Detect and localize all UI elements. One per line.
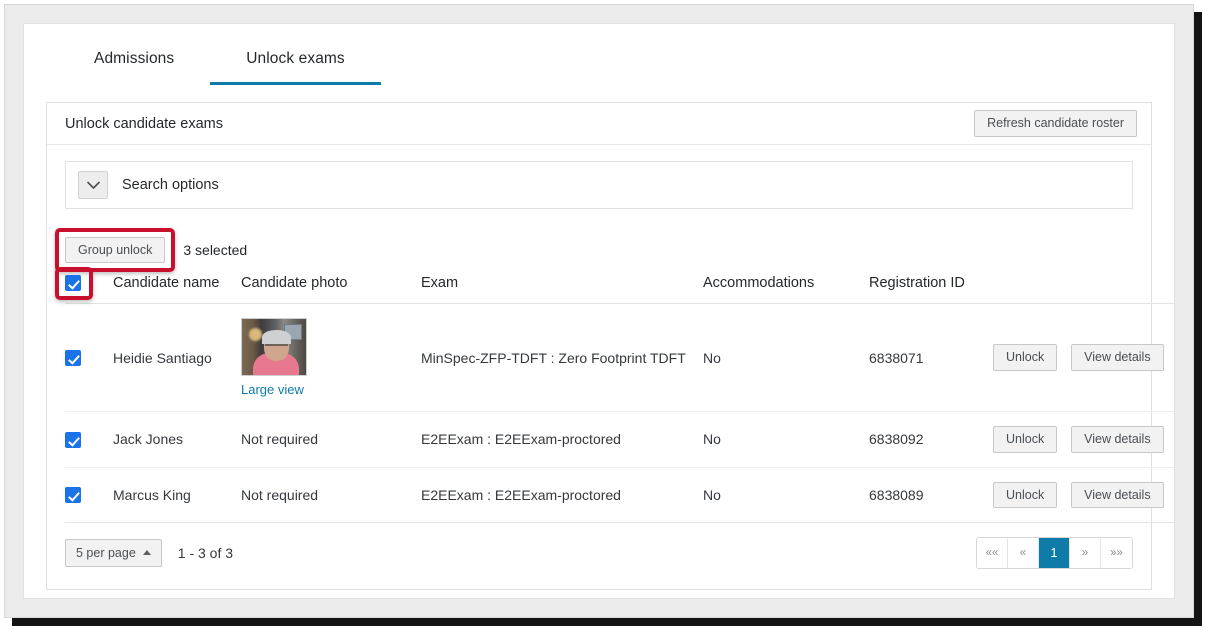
cell-exam: E2EExam : E2EExam-proctored [421, 411, 703, 468]
column-header-registration-id[interactable]: Registration ID [869, 275, 1174, 304]
pagination-controls: «« « 1 » »» [976, 536, 1133, 569]
cell-actions: Unlock View details [993, 411, 1174, 468]
group-unlock-button[interactable]: Group unlock [65, 236, 166, 264]
group-unlock-wrapper: Group unlock [55, 227, 176, 273]
row-select-cell [65, 411, 113, 468]
pagination-next-button[interactable]: » [1070, 537, 1101, 568]
column-header-accommodations[interactable]: Accommodations [703, 275, 869, 304]
cell-actions: Unlock View details [993, 303, 1174, 413]
select-all-checkbox[interactable] [65, 275, 81, 292]
search-options-bar[interactable]: Search options [65, 161, 1133, 209]
result-range-label: 1 - 3 of 3 [177, 544, 234, 561]
unlock-candidate-exams-card: Unlock candidate exams Refresh candidate… [46, 102, 1174, 590]
cell-registration-id: 6838071 [869, 303, 993, 413]
row-checkbox[interactable] [65, 350, 81, 367]
cell-candidate-photo: Not required [241, 411, 421, 468]
cell-candidate-name: Jack Jones [113, 411, 241, 468]
pagination-footer: 5 per page 1 - 3 of 3 «« « 1 » »» [65, 523, 1133, 577]
unlock-button[interactable]: Unlock [993, 426, 1058, 453]
cell-candidate-photo: Large view [241, 303, 421, 413]
column-header-candidate-name[interactable]: Candidate name [113, 275, 241, 304]
tab-admissions[interactable]: Admissions [58, 46, 210, 85]
table-body: Heidie Santiago Large view MinSpec-ZFP-T… [65, 303, 1174, 523]
search-options-label: Search options [122, 177, 219, 193]
cell-registration-id: 6838092 [869, 411, 993, 468]
pagination-last-button[interactable]: »» [1101, 537, 1132, 568]
table-header-row: Candidate name Candidate photo Exam Acco… [55, 267, 1174, 304]
cell-candidate-photo: Not required [241, 467, 421, 523]
column-header-exam[interactable]: Exam [421, 275, 703, 304]
pagination-first-button[interactable]: «« [977, 537, 1008, 568]
cell-candidate-name: Heidie Santiago [113, 303, 241, 413]
candidate-photo-thumbnail[interactable] [241, 318, 307, 377]
pagination-left: 5 per page 1 - 3 of 3 [65, 538, 234, 567]
column-header-candidate-photo[interactable]: Candidate photo [241, 275, 421, 304]
cell-accommodations: No [703, 303, 869, 413]
cell-exam: MinSpec-ZFP-TDFT : Zero Footprint TDFT [421, 303, 703, 413]
chevron-down-icon[interactable] [78, 171, 108, 199]
selected-count-label: 3 selected [183, 242, 248, 258]
screenshot-root: Admissions Unlock exams Unlock candidate… [0, 0, 1205, 629]
caret-up-icon [142, 550, 151, 556]
group-unlock-toolbar: Group unlock 3 selected [55, 227, 1133, 273]
cell-candidate-name: Marcus King [113, 467, 241, 523]
tab-unlock-exams[interactable]: Unlock exams [210, 46, 381, 85]
per-page-label: 5 per page [76, 545, 136, 560]
table-row: Heidie Santiago Large view MinSpec-ZFP-T… [65, 303, 1174, 413]
per-page-selector[interactable]: 5 per page [65, 538, 162, 567]
select-all-cell [55, 267, 113, 304]
cell-registration-id: 6838089 [869, 467, 993, 523]
unlock-button[interactable]: Unlock [993, 344, 1058, 371]
view-details-button[interactable]: View details [1071, 426, 1164, 453]
cell-accommodations: No [703, 467, 869, 523]
table-row: Marcus King Not required E2EExam : E2EEx… [65, 467, 1174, 523]
row-select-cell [65, 467, 113, 523]
tab-bar: Admissions Unlock exams [24, 46, 1174, 90]
page-title: Unlock candidate exams [65, 115, 223, 132]
row-select-cell [65, 303, 113, 413]
card-body: Search options Group unlock 3 selected C… [47, 145, 1174, 589]
photo-glasses [265, 344, 288, 349]
candidate-roster-table: Candidate name Candidate photo Exam Acco… [55, 267, 1174, 523]
pagination-page-1-button[interactable]: 1 [1039, 537, 1070, 568]
view-details-button[interactable]: View details [1071, 344, 1164, 371]
large-view-link[interactable]: Large view [241, 382, 421, 397]
cell-exam: E2EExam : E2EExam-proctored [421, 467, 703, 523]
photo-hair [262, 330, 291, 345]
row-checkbox[interactable] [65, 487, 81, 504]
cell-actions: Unlock View details [993, 467, 1174, 523]
window-frame: Admissions Unlock exams Unlock candidate… [4, 4, 1194, 618]
refresh-candidate-roster-button[interactable]: Refresh candidate roster [974, 110, 1137, 137]
card-header: Unlock candidate exams Refresh candidate… [47, 103, 1151, 145]
pagination-prev-button[interactable]: « [1008, 537, 1039, 568]
row-checkbox[interactable] [65, 432, 81, 448]
unlock-button[interactable]: Unlock [993, 481, 1058, 508]
window-content: Admissions Unlock exams Unlock candidate… [23, 23, 1175, 599]
cell-accommodations: No [703, 411, 869, 468]
table-row: Jack Jones Not required E2EExam : E2EExa… [65, 411, 1174, 468]
view-details-button[interactable]: View details [1071, 481, 1164, 508]
